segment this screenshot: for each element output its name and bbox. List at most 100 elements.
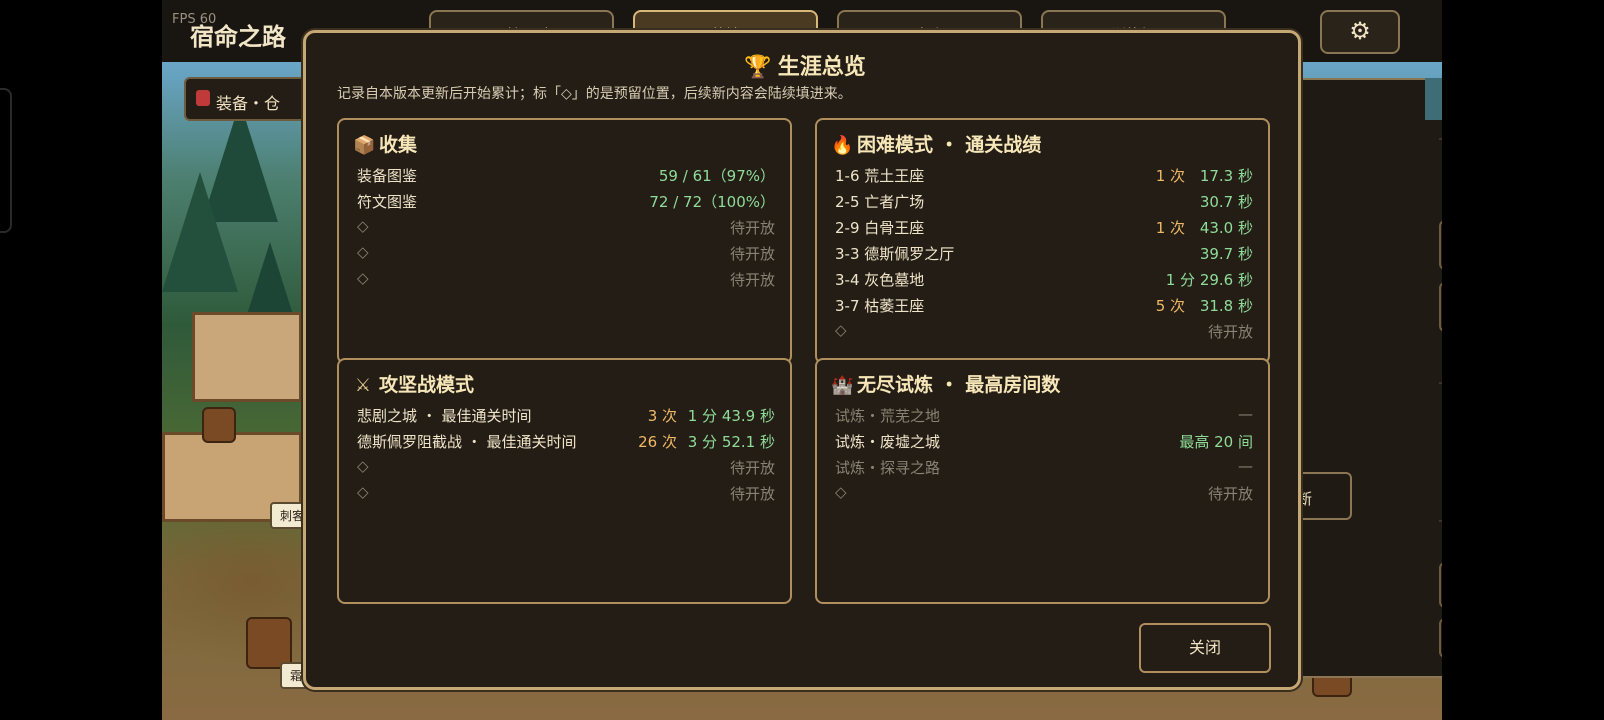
card-title-text: 无尽试炼 ・ 最高房间数 [857, 374, 1061, 396]
divider [1439, 382, 1442, 384]
stat-label: 试炼・探寻之路 [835, 459, 941, 477]
dialog-title: 🏆 生涯总览 [306, 49, 1304, 81]
stat-row: 试炼・荒芜之地 — [835, 402, 1253, 426]
close-button[interactable]: 关闭 [1139, 623, 1271, 673]
card-title: 📦 收集 [353, 130, 417, 157]
stat-value: 30.7 秒 [1199, 193, 1253, 211]
stat-label: 2-9 白骨王座 [835, 219, 925, 237]
stat-label: 德斯佩罗阻截战 ・ 最佳通关时间 [357, 433, 577, 451]
barrel [202, 407, 236, 443]
hard-mode-card: 🔥 困难模式 ・ 通关战绩 1-6 荒土王座 1 次 17.3 秒 2-5 亡者广场 30… [815, 118, 1270, 364]
stat-value: 待开放 [1207, 323, 1253, 341]
stat-value: 1 分 43.9 秒 [687, 407, 775, 425]
stat-value: 59 / 61（97%） [658, 167, 775, 185]
fire-icon: 🔥 [831, 135, 854, 156]
stat-row: 符文图鉴 72 / 72（100%） [357, 188, 775, 212]
card-title-text: 攻坚战模式 [379, 374, 475, 396]
stat-count: 1 次 [1155, 219, 1185, 237]
stat-row: 装备图鉴 59 / 61（97%） [357, 162, 775, 186]
stat-label: 2-5 亡者广场 [835, 193, 925, 211]
game-title: 宿命之路 [190, 23, 286, 51]
gear-icon: ⚙ [1349, 17, 1371, 45]
stat-label: ◇ [357, 269, 369, 287]
stat-count: 3 次 [647, 407, 677, 425]
stat-value: 39.7 秒 [1199, 245, 1253, 263]
panel-slot[interactable] [1439, 562, 1442, 608]
stat-row: 德斯佩罗阻截战 ・ 最佳通关时间 26 次 3 分 52.1 秒 [357, 428, 775, 452]
stat-label: 悲剧之城 ・ 最佳通关时间 [357, 407, 532, 425]
stat-value: 72 / 72（100%） [649, 193, 775, 211]
dialog-title-text: 生涯总览 [777, 55, 866, 80]
stat-row: 2-9 白骨王座 1 次 43.0 秒 [835, 214, 1253, 238]
inventory-label: 装备・仓 [216, 94, 281, 113]
stat-row: 悲剧之城 ・ 最佳通关时间 3 次 1 分 43.9 秒 [357, 402, 775, 426]
screen: 刺客 霜之法师 FPS 60 宿命之路 开始冒险 营地 商店 训练场 ⚙ 装备・… [0, 0, 1604, 720]
stat-label: 3-3 德斯佩罗之厅 [835, 245, 955, 263]
stat-row: 1-6 荒土王座 1 次 17.3 秒 [835, 162, 1253, 186]
stat-row: 试炼・废墟之城 最高 20 间 [835, 428, 1253, 452]
stat-label: 试炼・荒芜之地 [835, 407, 941, 425]
divider [1439, 520, 1442, 522]
divider [1439, 138, 1442, 140]
stat-label: 装备图鉴 [357, 167, 418, 185]
stat-label: ◇ [357, 217, 369, 235]
stat-count: 26 次 [638, 433, 677, 451]
stat-value: — [1238, 405, 1253, 423]
stat-label: 符文图鉴 [357, 193, 418, 211]
stat-value: 待开放 [729, 459, 775, 477]
stat-row: 3-7 枯萎王座 5 次 31.8 秒 [835, 292, 1253, 316]
stat-row: ◇ 待开放 [357, 214, 775, 238]
card-title: ⚔ 攻坚战模式 [353, 370, 474, 397]
stat-value: 待开放 [729, 485, 775, 503]
card-title-text: 困难模式 ・ 通关战绩 [857, 134, 1042, 156]
backpack-icon [196, 90, 210, 106]
stat-label: ◇ [357, 457, 369, 475]
stat-row: 试炼・探寻之路 — [835, 454, 1253, 478]
stat-label: ◇ [357, 243, 369, 261]
stat-count: 1 次 [1155, 167, 1185, 185]
card-title: 🔥 困难模式 ・ 通关战绩 [831, 130, 1041, 157]
panel-slot[interactable] [1439, 220, 1442, 270]
collection-card: 📦 收集 装备图鉴 59 / 61（97%） 符文图鉴 72 / 72（100%） ◇ 待开… [337, 118, 792, 364]
stat-label: ◇ [835, 483, 847, 501]
stat-count: 5 次 [1155, 297, 1185, 315]
stat-value: 3 分 52.1 秒 [687, 433, 775, 451]
tent [192, 312, 302, 402]
stat-value: 待开放 [1207, 485, 1253, 503]
stat-row: ◇ 待开放 [357, 480, 775, 504]
settings-button[interactable]: ⚙ [1320, 10, 1400, 54]
stat-value: 待开放 [729, 245, 775, 263]
endless-card: 🏰 无尽试炼 ・ 最高房间数 试炼・荒芜之地 — 试炼・废墟之城 最高 20 间试炼・探… [815, 358, 1270, 604]
panel-slot[interactable] [1439, 618, 1442, 658]
stat-row: ◇ 待开放 [835, 480, 1253, 504]
stat-label: 1-6 荒土王座 [835, 167, 925, 185]
stat-label: 3-7 枯萎王座 [835, 297, 925, 315]
stat-row: ◇ 待开放 [835, 318, 1253, 342]
stat-row: 2-5 亡者广场 30.7 秒 [835, 188, 1253, 212]
career-overview-dialog: 🏆 生涯总览 记录自本版本更新后开始累计；标「◇」的是预留位置，后续新内容会陆续填… [303, 30, 1301, 690]
castle-icon: 🏰 [831, 375, 854, 396]
panel-slot[interactable] [1439, 282, 1442, 332]
card-title: 🏰 无尽试炼 ・ 最高房间数 [831, 370, 1060, 397]
siege-card: ⚔ 攻坚战模式 悲剧之城 ・ 最佳通关时间 3 次 1 分 43.9 秒德斯佩罗阻截战… [337, 358, 792, 604]
stat-label: ◇ [835, 321, 847, 339]
panel-header-strip [1425, 78, 1442, 120]
card-title-text: 收集 [379, 134, 418, 156]
stat-value: — [1238, 457, 1253, 475]
stat-value: 31.8 秒 [1199, 297, 1253, 315]
tree [162, 172, 238, 292]
dialog-subtitle: 记录自本版本更新后开始累计；标「◇」的是预留位置，后续新内容会陆续填进来。 [337, 86, 852, 102]
swords-icon: ⚔ [354, 375, 372, 396]
box-icon: 📦 [353, 135, 376, 156]
stat-label: 试炼・废墟之城 [835, 433, 941, 451]
stat-value: 待开放 [729, 271, 775, 289]
stat-row: ◇ 待开放 [357, 266, 775, 290]
stat-value: 待开放 [729, 219, 775, 237]
stat-label: ◇ [357, 483, 369, 501]
trophy-icon: 🏆 [744, 55, 772, 80]
stat-label: 3-4 灰色墓地 [835, 271, 925, 289]
stat-row: 3-4 灰色墓地 1 分 29.6 秒 [835, 266, 1253, 290]
stat-value: 17.3 秒 [1199, 167, 1253, 185]
stat-value: 43.0 秒 [1199, 219, 1253, 237]
stat-row: 3-3 德斯佩罗之厅 39.7 秒 [835, 240, 1253, 264]
